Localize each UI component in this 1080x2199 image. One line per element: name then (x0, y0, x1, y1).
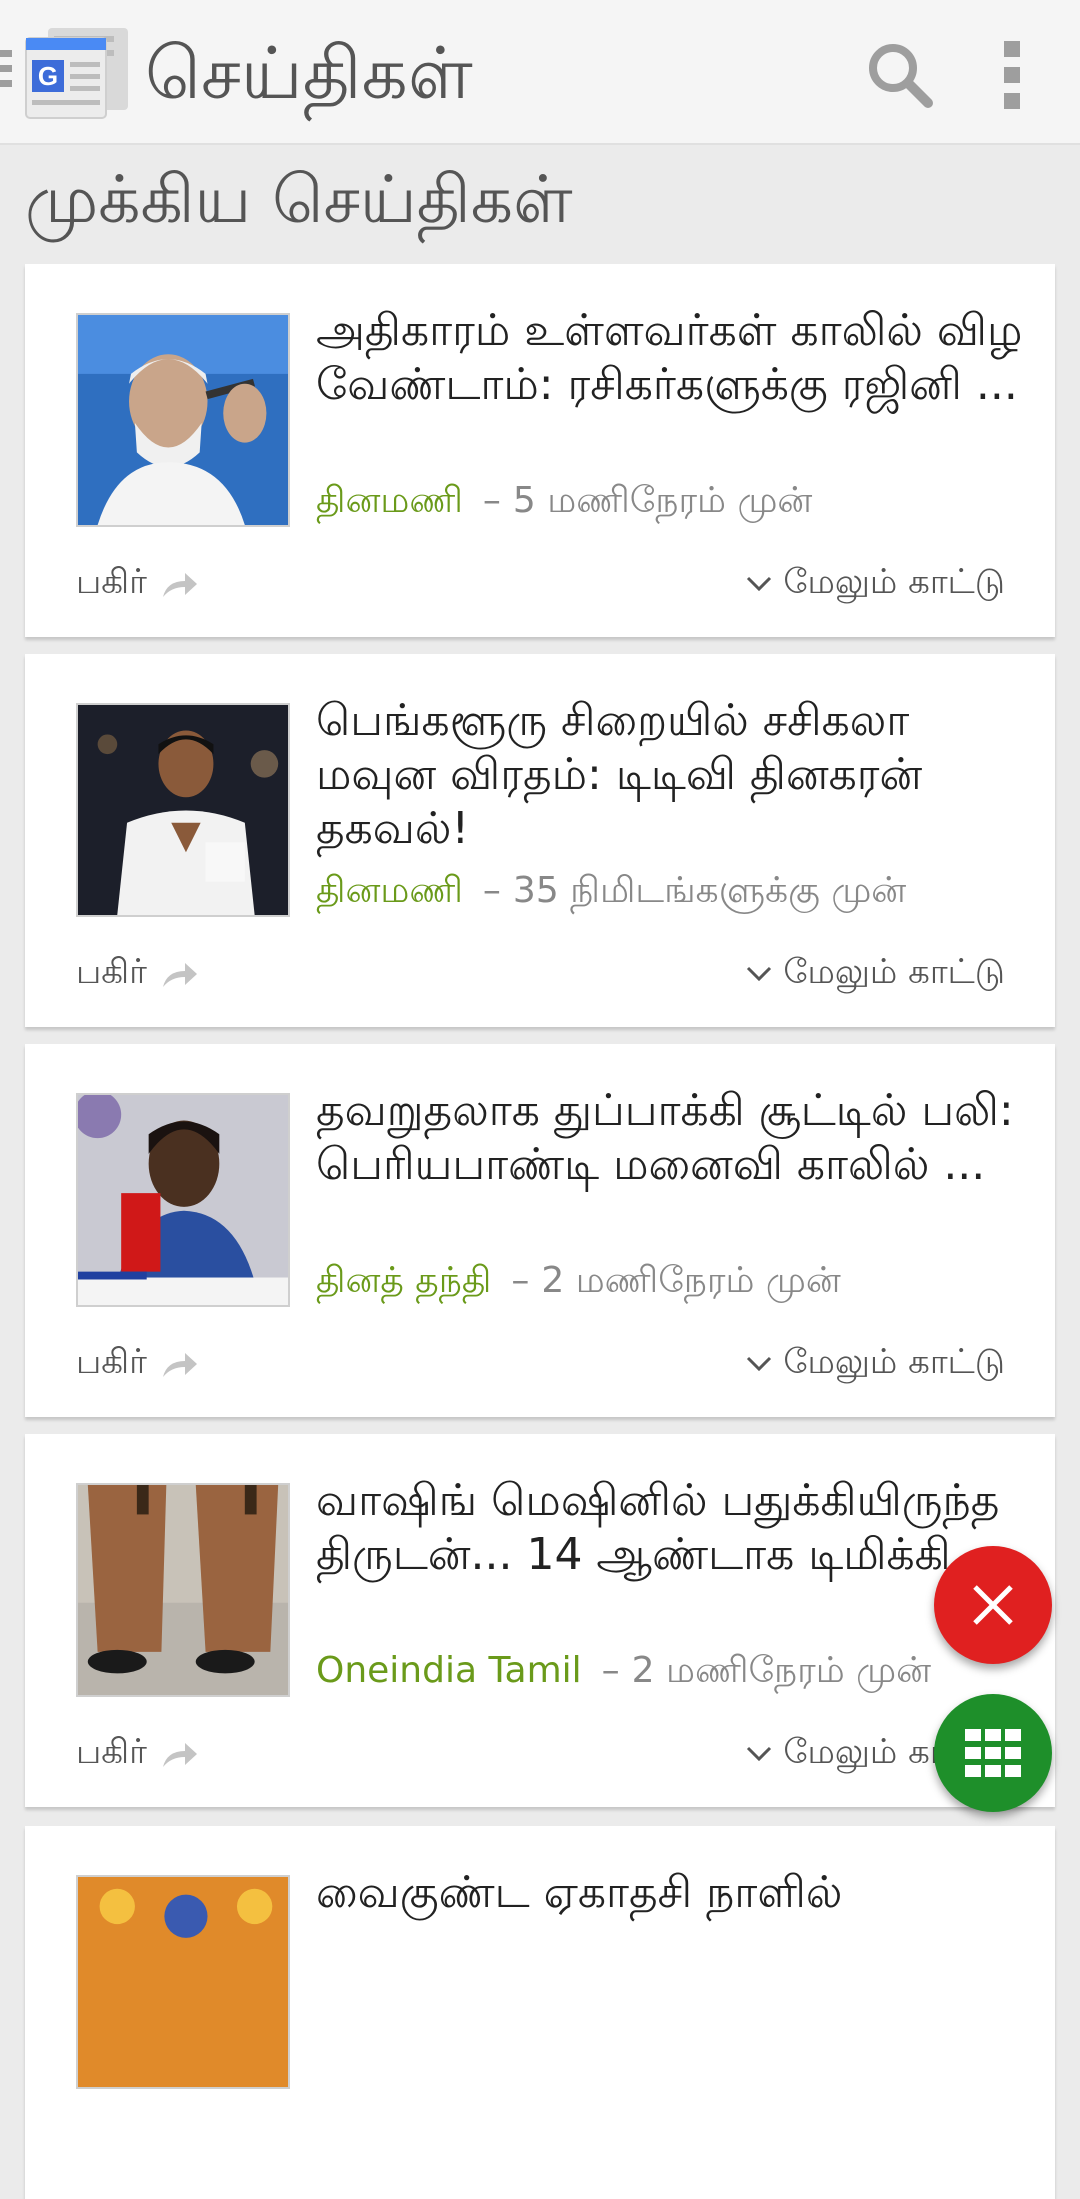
article-thumbnail[interactable] (76, 1875, 290, 2089)
chevron-down-icon (747, 966, 772, 982)
article-headline[interactable]: வைகுண்ட ஏகாதசி நாளில் (316, 1866, 1036, 1920)
separator: – (482, 870, 501, 911)
app-title: செய்திகள் (145, 31, 473, 115)
article-source[interactable]: தினமணி (316, 480, 463, 521)
article-time: 2 மணிநேரம் முன் (541, 1260, 841, 1301)
share-button[interactable]: பகிர் (76, 1729, 199, 1779)
article-thumbnail[interactable] (76, 1093, 290, 1307)
article-time: 35 நிமிடங்களுக்கு முன் (512, 870, 907, 911)
apps-fab-button[interactable] (934, 1694, 1052, 1812)
show-more-button[interactable]: மேலும் காட்டு (745, 559, 1005, 609)
close-icon (973, 1585, 1013, 1625)
article-source[interactable]: Oneindia Tamil (316, 1650, 582, 1691)
share-arrow-icon (162, 1353, 197, 1377)
share-arrow-icon (162, 1743, 197, 1767)
share-arrow-icon (162, 963, 197, 987)
article-thumbnail[interactable] (76, 703, 290, 917)
drawer-handle-icon[interactable] (0, 50, 12, 94)
app-bar: G செய்திகள் (0, 0, 1080, 145)
share-button[interactable]: பகிர் (76, 949, 199, 999)
article-meta: தினமணி –5 மணிநேரம் முன் (316, 476, 812, 526)
news-card[interactable]: பெங்களூரு சிறையில் சசிகலா மவுன விரதம்: ட… (25, 654, 1055, 1027)
article-time: 2 மணிநேரம் முன் (631, 1650, 932, 1691)
search-icon[interactable] (860, 35, 940, 115)
svg-text:G: G (38, 61, 58, 91)
article-source[interactable]: தினமணி (316, 870, 463, 911)
show-more-label: மேலும் காட்டு (783, 562, 1005, 602)
separator: – (601, 1650, 620, 1691)
chevron-down-icon (747, 1746, 772, 1762)
chevron-down-icon (747, 576, 772, 592)
more-vert-icon[interactable] (990, 35, 1034, 115)
article-source[interactable]: தினத் தந்தி (316, 1260, 491, 1301)
news-card[interactable]: வாஷிங் மெஷினில் பதுக்கியிருந்த திருடன்..… (25, 1434, 1055, 1807)
article-thumbnail[interactable] (76, 1483, 290, 1697)
article-meta: தினமணி –35 நிமிடங்களுக்கு முன் (316, 866, 906, 916)
share-label: பகிர் (76, 562, 147, 602)
show-more-label: மேலும் காட்டு (783, 952, 1005, 992)
share-button[interactable]: பகிர் (76, 559, 199, 609)
share-label: பகிர் (76, 1342, 147, 1382)
article-headline[interactable]: வாஷிங் மெஷினில் பதுக்கியிருந்த திருடன்..… (316, 1474, 1036, 1582)
article-meta: தினத் தந்தி –2 மணிநேரம் முன் (316, 1256, 841, 1306)
show-more-button[interactable]: மேலும் காட்டு (745, 949, 1005, 999)
apps-grid-icon (965, 1729, 1021, 1777)
share-label: பகிர் (76, 952, 147, 992)
separator: – (482, 480, 501, 521)
share-label: பகிர் (76, 1732, 147, 1772)
article-meta: Oneindia Tamil –2 மணிநேரம் முன் (316, 1646, 931, 1696)
show-more-label: மேலும் காட்டு (783, 1342, 1005, 1382)
article-headline[interactable]: பெங்களூரு சிறையில் சசிகலா மவுன விரதம்: ட… (316, 694, 1036, 856)
news-card[interactable]: தவறுதலாக துப்பாக்கி சூட்டில் பலி: பெரியப… (25, 1044, 1055, 1417)
google-news-logo-icon[interactable]: G (22, 22, 134, 122)
article-headline[interactable]: தவறுதலாக துப்பாக்கி சூட்டில் பலி: பெரியப… (316, 1084, 1036, 1192)
article-headline[interactable]: அதிகாரம் உள்ளவர்கள் காலில் விழ வேண்டாம்:… (316, 304, 1036, 412)
news-card[interactable]: வைகுண்ட ஏகாதசி நாளில் (25, 1826, 1055, 2199)
show-more-button[interactable]: மேலும் காட்டு (745, 1339, 1005, 1389)
share-button[interactable]: பகிர் (76, 1339, 199, 1389)
separator: – (511, 1260, 530, 1301)
close-fab-button[interactable] (934, 1546, 1052, 1664)
article-thumbnail[interactable] (76, 313, 290, 527)
news-card[interactable]: அதிகாரம் உள்ளவர்கள் காலில் விழ வேண்டாம்:… (25, 264, 1055, 637)
section-title: முக்கிய செய்திகள் (25, 161, 573, 238)
share-arrow-icon (162, 573, 197, 597)
chevron-down-icon (747, 1356, 772, 1372)
article-time: 5 மணிநேரம் முன் (512, 480, 813, 521)
